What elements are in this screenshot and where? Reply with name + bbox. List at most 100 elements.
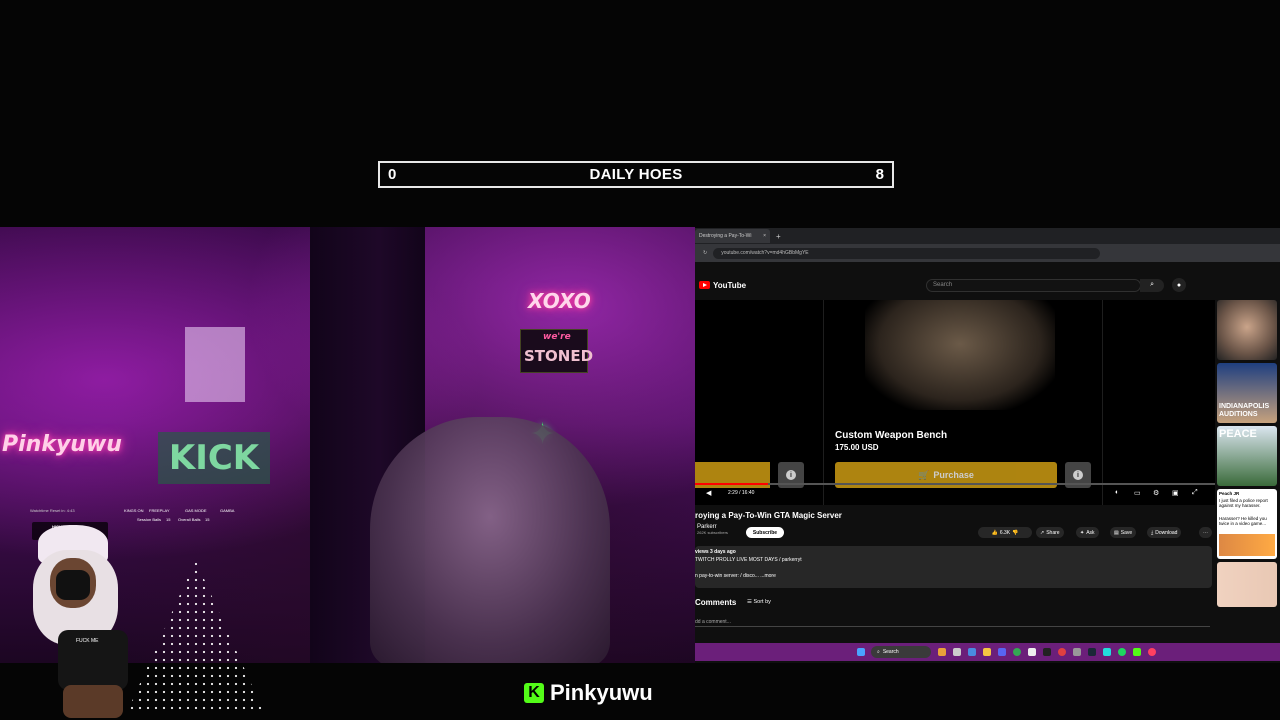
- chat-image: [1219, 534, 1275, 556]
- chat-message: Harasser? He killed you twice in a video…: [1219, 516, 1267, 526]
- ask-button[interactable]: ✦ Ask: [1076, 527, 1099, 538]
- taskbar-app-icon[interactable]: [1118, 648, 1126, 656]
- info-icon: i: [786, 470, 796, 480]
- taskbar-app-icon[interactable]: [1028, 648, 1036, 656]
- save-label: Save: [1120, 529, 1133, 536]
- gamba-toggle: GAMBA: [220, 508, 235, 513]
- info-icon: i: [1073, 470, 1083, 480]
- microphone-icon[interactable]: ●: [1172, 278, 1187, 292]
- like-icon: 👍: [991, 529, 998, 536]
- sort-by-button[interactable]: ☰ Sort by: [747, 599, 771, 605]
- description-box[interactable]: views 3 days ago TWITCH PROLLY LIVE MOST…: [695, 546, 1212, 588]
- save-button[interactable]: ▤ Save: [1110, 527, 1137, 538]
- overall-balls-value: 15: [205, 517, 210, 522]
- neon-kick-sign: KICK: [158, 432, 270, 484]
- video-player[interactable]: Custom Weapon Bench 175.00 USD i 🛒 Purcha…: [695, 300, 1215, 505]
- add-comment-input[interactable]: dd a comment...: [695, 619, 1210, 627]
- purchase-label: Purchase: [933, 470, 974, 480]
- reload-icon[interactable]: ↻: [703, 250, 707, 256]
- recommended-thumbnail[interactable]: [1217, 300, 1277, 360]
- ask-label: Ask: [1086, 529, 1095, 536]
- taskbar-app-icon[interactable]: [1088, 648, 1096, 656]
- taskbar-app-icon[interactable]: [1073, 648, 1081, 656]
- miniplayer-icon[interactable]: ▣: [1172, 489, 1179, 497]
- chat-author: Peach JR: [1219, 491, 1240, 496]
- video-title: roying a Pay-To-Win GTA Magic Server: [695, 511, 842, 520]
- more-actions-icon[interactable]: ⋯: [1199, 527, 1212, 538]
- taskbar-app-icon[interactable]: [1058, 648, 1066, 656]
- taskbar-app-icon[interactable]: [1133, 648, 1141, 656]
- thumbnail-title: INDIANAPOLIS AUDITIONS: [1219, 403, 1270, 418]
- captions-icon[interactable]: ▭: [1134, 489, 1141, 497]
- youtube-logo[interactable]: YouTube: [699, 281, 746, 290]
- tab-title: Destroying a Pay-To-Wi: [699, 233, 752, 239]
- time-display: 2:29 / 16:40: [728, 490, 755, 496]
- taskbar-app-icon[interactable]: [968, 648, 976, 656]
- stoned-sign: we're STONED: [520, 329, 593, 373]
- brand-name: Pinkyuwu: [550, 680, 653, 705]
- mask: [56, 570, 90, 600]
- recommended-thumbnail[interactable]: [1217, 562, 1277, 607]
- recommended-thumbnail[interactable]: PEACE: [1217, 426, 1277, 486]
- taskbar-app-icon[interactable]: [1103, 648, 1111, 656]
- comments-heading: Comments: [695, 598, 737, 607]
- browser-window[interactable]: Destroying a Pay-To-Wi × + ↻ youtube.com…: [695, 228, 1280, 663]
- taskbar-app-icon[interactable]: [1013, 648, 1021, 656]
- progress-bar[interactable]: [695, 483, 1215, 485]
- start-icon[interactable]: [857, 648, 865, 656]
- settings-icon[interactable]: ⚙: [1153, 489, 1159, 497]
- counter-title: DAILY HOES: [589, 166, 683, 183]
- windows-taskbar: ⌕ Search: [695, 643, 1280, 661]
- weapon-bench-image: [865, 300, 1055, 410]
- recommended-thumbnail[interactable]: INDIANAPOLIS AUDITIONS: [1217, 363, 1277, 423]
- share-label: Share: [1046, 529, 1060, 536]
- watchtime-text: Watchtime Reset in: 4:43: [30, 508, 75, 513]
- like-button[interactable]: 👍 6.3K 👎: [978, 527, 1032, 538]
- tab-strip: Destroying a Pay-To-Wi × +: [695, 228, 1280, 244]
- taskbar-app-icon[interactable]: [1148, 648, 1156, 656]
- browser-tab[interactable]: Destroying a Pay-To-Wi ×: [695, 229, 770, 243]
- desc-meta: views 3 days ago: [695, 549, 736, 555]
- taskbar-app-icon[interactable]: [953, 648, 961, 656]
- like-count: 6.3K: [999, 529, 1011, 536]
- youtube-play-icon: [699, 281, 710, 289]
- progress-fill: [695, 483, 768, 485]
- fullscreen-icon[interactable]: ⤢: [1192, 489, 1198, 497]
- search-icon: ⌕: [877, 649, 880, 655]
- download-button[interactable]: ⤓ Download: [1147, 527, 1182, 538]
- taskbar-app-icon[interactable]: [938, 648, 946, 656]
- dislike-icon[interactable]: 👎: [1012, 530, 1018, 536]
- thumbnail-title: PEACE: [1219, 428, 1257, 440]
- subscribe-button[interactable]: Subscribe: [746, 527, 784, 538]
- neon-stoned-text: STONED: [524, 347, 594, 365]
- search-input[interactable]: Search: [926, 278, 1142, 292]
- avatar-face: [50, 558, 96, 608]
- channel-info[interactable]: Parkerr 262K subscribers: [697, 524, 728, 535]
- daily-counter: 0 DAILY HOES 8: [378, 161, 894, 188]
- volume-icon[interactable]: ◀: [706, 489, 711, 497]
- vtuber-avatar: FUCK ME: [28, 520, 148, 718]
- tab-close-icon[interactable]: ×: [763, 233, 766, 239]
- share-button[interactable]: ↗ Share: [1036, 527, 1064, 538]
- desc-line: TWITCH PROLLY LIVE MOST DAYS / parkerryt: [695, 557, 802, 563]
- youtube-logo-text: YouTube: [713, 280, 747, 290]
- streamer: [370, 417, 610, 663]
- shirt-text: FUCK ME: [76, 638, 99, 644]
- new-tab-icon[interactable]: +: [776, 232, 781, 241]
- avatar-shirt: FUCK ME: [58, 630, 128, 690]
- subscriber-count: 262K subscribers: [697, 530, 728, 535]
- taskbar-app-icon[interactable]: [983, 648, 991, 656]
- recommended-sidebar: INDIANAPOLIS AUDITIONS PEACE Peach JR I …: [1217, 300, 1280, 610]
- taskbar-search[interactable]: ⌕ Search: [871, 646, 931, 658]
- taskbar-app-icon[interactable]: [998, 648, 1006, 656]
- recommended-thumbnail[interactable]: Peach JR I just filed a police report ag…: [1217, 489, 1277, 559]
- sparkle-icon: ✦: [1080, 529, 1085, 536]
- autoplay-toggle-icon[interactable]: ◐: [1115, 489, 1119, 496]
- item-price: 175.00 USD: [835, 443, 879, 452]
- freeplay-toggle: FREEPLAY: [149, 508, 170, 513]
- avatar-legs: [63, 685, 123, 718]
- item-name: Custom Weapon Bench: [835, 430, 948, 441]
- taskbar-app-icon[interactable]: [1043, 648, 1051, 656]
- address-bar[interactable]: youtube.com/watch?v=md4hGBbMgYE: [713, 247, 1100, 259]
- search-icon[interactable]: ⌕: [1140, 278, 1165, 292]
